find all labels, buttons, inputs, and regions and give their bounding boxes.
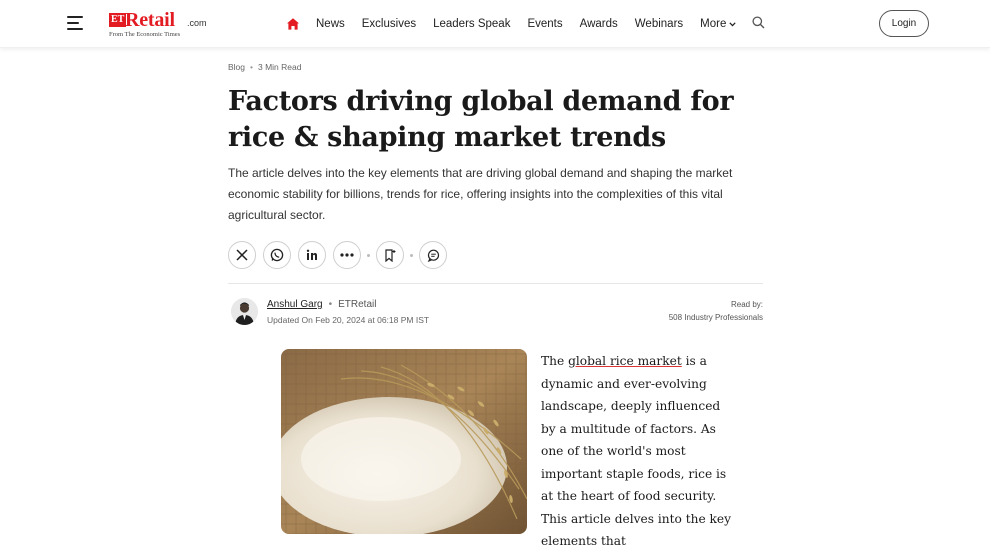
more-share-button[interactable]	[333, 241, 361, 269]
share-whatsapp-button[interactable]	[263, 241, 291, 269]
home-icon[interactable]	[286, 17, 300, 31]
nav-events[interactable]: Events	[527, 18, 562, 30]
article-hero-image	[281, 349, 527, 534]
nav-awards[interactable]: Awards	[580, 18, 618, 30]
share-toolbar	[228, 241, 454, 269]
logo-et-badge: ET	[109, 13, 127, 27]
bookmark-button[interactable]	[376, 241, 404, 269]
nav-news[interactable]: News	[316, 18, 345, 30]
share-x-button[interactable]	[228, 241, 256, 269]
author-line: Anshul Garg • ETRetail	[267, 299, 376, 310]
article-body: The global rice market is a dynamic and …	[541, 350, 731, 550]
article-title: Factors driving global demand for rice &…	[228, 86, 734, 153]
nav-more-label: More	[700, 18, 727, 30]
nav-more[interactable]: More	[700, 18, 736, 30]
comment-button[interactable]	[419, 241, 447, 269]
author-name-link[interactable]: Anshul Garg	[267, 299, 323, 310]
logo-dotcom: .com	[187, 18, 207, 28]
article-meta: Blog • 3 Min Read	[228, 62, 301, 72]
share-separator	[367, 253, 370, 257]
read-time: 3 Min Read	[258, 62, 302, 72]
whatsapp-icon	[270, 248, 284, 262]
nav-webinars[interactable]: Webinars	[635, 18, 683, 30]
updated-timestamp: Updated On Feb 20, 2024 at 06:18 PM IST	[267, 315, 430, 325]
author-source: ETRetail	[338, 299, 377, 310]
share-linkedin-button[interactable]	[298, 241, 326, 269]
body-rest: is a dynamic and ever-evolving landscape…	[541, 354, 732, 548]
divider	[228, 283, 763, 284]
chevron-down-icon	[729, 21, 736, 26]
search-icon[interactable]	[752, 16, 765, 29]
more-dots-icon	[340, 253, 354, 257]
x-icon	[236, 249, 248, 261]
article-summary: The article delves into the key elements…	[228, 166, 733, 222]
author-separator: •	[328, 299, 333, 310]
global-rice-market-link[interactable]: global rice market	[568, 354, 682, 368]
nav-exclusives[interactable]: Exclusives	[362, 18, 416, 30]
main-nav: News Exclusives Leaders Speak Events Awa…	[286, 16, 736, 32]
read-by-value: 508 Industry Professionals	[668, 313, 763, 322]
linkedin-icon	[306, 249, 317, 260]
bookmark-icon	[385, 248, 396, 262]
login-button[interactable]: Login	[879, 10, 929, 37]
comment-icon	[427, 249, 439, 262]
read-by-block: Read by: 508 Industry Professionals	[669, 298, 763, 324]
category-label[interactable]: Blog	[228, 62, 245, 72]
logo-tagline: From The Economic Times	[109, 31, 181, 38]
logo-name: Retail	[125, 9, 175, 31]
share-separator	[410, 253, 413, 257]
author-avatar[interactable]	[231, 298, 258, 325]
site-header: ET Retail .com From The Economic Times N…	[0, 0, 990, 48]
person-avatar-icon	[231, 298, 258, 325]
meta-separator: •	[250, 62, 253, 72]
rice-image	[281, 349, 527, 534]
nav-leaders-speak[interactable]: Leaders Speak	[433, 18, 510, 30]
menu-icon[interactable]	[67, 16, 83, 30]
body-prefix: The	[541, 354, 569, 368]
read-by-label: Read by:	[730, 300, 763, 309]
